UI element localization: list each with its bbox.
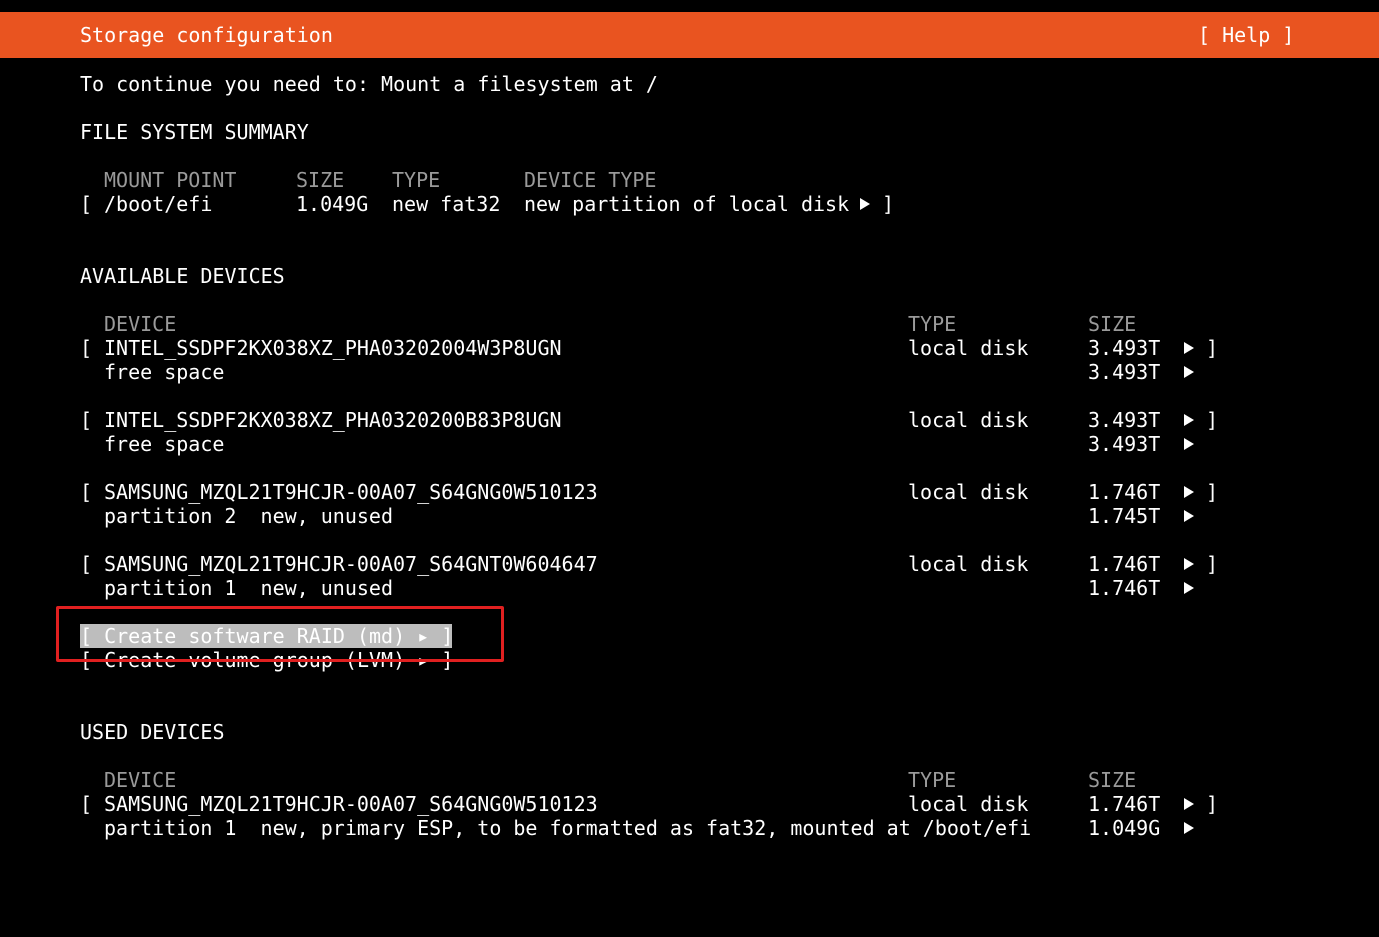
device-type: local disk [908, 552, 1029, 576]
device-type: local disk [908, 408, 1029, 432]
row-close-bracket: ] [882, 192, 895, 216]
sub-menu-arrow-icon[interactable] [1184, 510, 1194, 522]
device-sub-size: 1.745T [1088, 504, 1161, 528]
device-sub-size: 3.493T [1088, 360, 1161, 384]
device-size: 3.493T [1088, 336, 1161, 360]
sub-menu-arrow-icon[interactable] [1184, 438, 1194, 450]
fs-header-device-type: DEVICE TYPE [524, 168, 657, 192]
sub-menu-arrow-icon[interactable] [1184, 366, 1194, 378]
row-open-bracket: [ [80, 792, 93, 816]
device-size: 1.746T [1088, 480, 1161, 504]
row-open-bracket: [ [80, 480, 93, 504]
available-header-device: DEVICE [104, 312, 177, 336]
used-header-size: SIZE [1088, 768, 1137, 792]
fs-header-mount-point: MOUNT POINT [104, 168, 237, 192]
device-menu-arrow-icon[interactable] [1184, 486, 1194, 498]
fs-row-mount-point: /boot/efi [104, 192, 213, 216]
device-name: SAMSUNG_MZQL21T9HCJR-00A07_S64GNT0W60464… [104, 552, 598, 576]
create-software-raid-button[interactable]: [ Create software RAID (md) ▸ ] [80, 624, 453, 648]
device-name: INTEL_SSDPF2KX038XZ_PHA0320200B83P8UGN [104, 408, 562, 432]
device-type: local disk [908, 792, 1029, 816]
device-sub-label: free space [104, 432, 225, 456]
device-type: local disk [908, 336, 1029, 360]
fs-row-type: new fat32 [392, 192, 501, 216]
device-menu-arrow-icon[interactable] [1184, 558, 1194, 570]
device-sub-label: partition 1 new, unused [104, 576, 393, 600]
fs-summary-heading: FILE SYSTEM SUMMARY [80, 120, 309, 144]
device-menu-arrow-icon[interactable] [1184, 414, 1194, 426]
row-open-bracket: [ [80, 408, 93, 432]
fs-row-device-type: new partition of local disk [524, 192, 850, 216]
fs-row-arrow-icon[interactable] [860, 198, 870, 210]
row-open-bracket: [ [80, 192, 93, 216]
available-header-type: TYPE [908, 312, 957, 336]
row-close-bracket: ] [1206, 336, 1219, 360]
device-size: 1.746T [1088, 792, 1161, 816]
sub-menu-arrow-icon[interactable] [1184, 582, 1194, 594]
row-close-bracket: ] [1206, 792, 1219, 816]
device-name: SAMSUNG_MZQL21T9HCJR-00A07_S64GNG0W51012… [104, 480, 598, 504]
row-close-bracket: ] [1206, 552, 1219, 576]
device-menu-arrow-icon[interactable] [1184, 342, 1194, 354]
row-open-bracket: [ [80, 336, 93, 360]
instruction-message: To continue you need to: Mount a filesys… [80, 72, 658, 96]
device-sub-label: partition 1 new, primary ESP, to be form… [104, 816, 1032, 840]
used-devices-heading: USED DEVICES [80, 720, 225, 744]
used-header-type: TYPE [908, 768, 957, 792]
device-name: INTEL_SSDPF2KX038XZ_PHA03202004W3P8UGN [104, 336, 562, 360]
device-sub-label: free space [104, 360, 225, 384]
create-volume-group-button[interactable]: [ Create volume group (LVM) ▸ ] [80, 648, 453, 672]
sub-menu-arrow-icon[interactable] [1184, 822, 1194, 834]
device-sub-size: 1.746T [1088, 576, 1161, 600]
fs-header-type: TYPE [392, 168, 441, 192]
device-sub-size: 1.049G [1088, 816, 1161, 840]
device-sub-size: 3.493T [1088, 432, 1161, 456]
row-open-bracket: [ [80, 552, 93, 576]
row-close-bracket: ] [1206, 408, 1219, 432]
device-menu-arrow-icon[interactable] [1184, 798, 1194, 810]
used-header-device: DEVICE [104, 768, 177, 792]
page-title: Storage configuration [80, 23, 333, 47]
device-sub-label: partition 2 new, unused [104, 504, 393, 528]
device-name: SAMSUNG_MZQL21T9HCJR-00A07_S64GNG0W51012… [104, 792, 598, 816]
help-button[interactable]: [ Help ] [1198, 23, 1294, 47]
device-size: 3.493T [1088, 408, 1161, 432]
available-header-size: SIZE [1088, 312, 1137, 336]
available-devices-heading: AVAILABLE DEVICES [80, 264, 285, 288]
device-size: 1.746T [1088, 552, 1161, 576]
fs-header-size: SIZE [296, 168, 345, 192]
fs-row-size: 1.049G [296, 192, 369, 216]
row-close-bracket: ] [1206, 480, 1219, 504]
device-type: local disk [908, 480, 1029, 504]
